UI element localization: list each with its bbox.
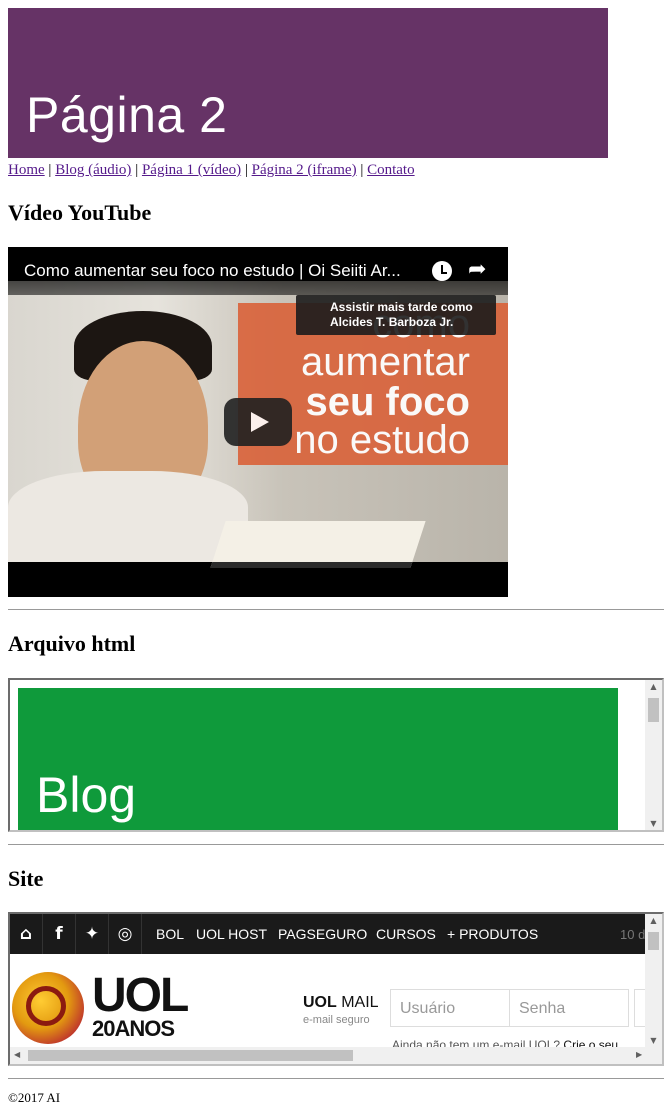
- facebook-icon[interactable]: f: [43, 914, 76, 954]
- twitter-icon[interactable]: ✦: [76, 914, 109, 954]
- topbar-link-pagseguro[interactable]: PAGSEGURO: [278, 926, 367, 942]
- scroll-down-icon[interactable]: ▼: [645, 1036, 662, 1045]
- uol-top-bar: ⌂ f ✦ ◎ BOL UOL HOST PAGSEGURO CURSOS + …: [10, 914, 662, 954]
- nav-link-contato[interactable]: Contato: [367, 162, 415, 178]
- nav-separator: |: [244, 162, 248, 178]
- thumbnail-person-shirt: [8, 471, 248, 562]
- topbar-link-bol[interactable]: BOL: [156, 926, 184, 942]
- uol-mail-label: UOL MAIL e-mail seguro: [303, 994, 379, 1026]
- thumbnail-book: [210, 521, 426, 568]
- clock-icon[interactable]: [432, 261, 452, 281]
- topbar-link-uol-host[interactable]: UOL HOST: [196, 926, 267, 942]
- scroll-up-icon[interactable]: ▲: [645, 682, 662, 691]
- video-section-heading: Vídeo YouTube: [8, 200, 152, 225]
- play-icon[interactable]: [224, 398, 292, 446]
- section-divider: [8, 844, 664, 845]
- uol-logo-wordmark[interactable]: UOL 20ANOS: [92, 969, 189, 1041]
- thumbnail-text-line: no estudo: [294, 418, 470, 462]
- section-divider: [8, 609, 664, 610]
- nav-separator: |: [135, 162, 139, 178]
- embedded-blog-title: Blog: [36, 767, 137, 823]
- nav-link-blog[interactable]: Blog (áudio): [55, 162, 131, 178]
- site-iframe[interactable]: ⌂ f ✦ ◎ BOL UOL HOST PAGSEGURO CURSOS + …: [8, 912, 664, 1066]
- html-section-heading: Arquivo html: [8, 631, 136, 656]
- html-iframe[interactable]: Blog ▲ ▼: [8, 678, 664, 832]
- embedded-blog-banner: Blog: [18, 688, 618, 830]
- scroll-left-icon[interactable]: ◀: [14, 1050, 20, 1059]
- uol-logo-sub: 20ANOS: [92, 1016, 175, 1041]
- nav-separator: |: [360, 162, 364, 178]
- uol-logo-icon[interactable]: [12, 972, 84, 1044]
- topbar-link-cursos[interactable]: CURSOS: [376, 926, 436, 942]
- topbar-link-produtos[interactable]: + PRODUTOS: [447, 926, 538, 942]
- scroll-right-icon[interactable]: ▶: [636, 1050, 642, 1059]
- nav-link-pagina-1[interactable]: Página 1 (vídeo): [142, 162, 241, 178]
- mail-label-bold: UOL: [303, 994, 337, 1011]
- password-field[interactable]: Senha: [509, 989, 629, 1027]
- uol-logo-main: UOL: [92, 969, 189, 1022]
- vertical-scrollbar[interactable]: ▲ ▼: [645, 914, 662, 1047]
- horizontal-scrollbar[interactable]: ◀ ▶: [10, 1047, 662, 1064]
- video-title-link[interactable]: Como aumentar seu foco no estudo | Oi Se…: [24, 261, 401, 281]
- thumbnail-text-line: aumentar: [301, 340, 470, 384]
- scrollbar-thumb[interactable]: [28, 1050, 353, 1061]
- instagram-icon[interactable]: ◎: [109, 914, 142, 954]
- share-icon[interactable]: ➦: [468, 257, 486, 282]
- scrollbar-thumb[interactable]: [648, 932, 659, 950]
- section-divider: [8, 1078, 664, 1079]
- page-banner: Página 2: [8, 8, 608, 158]
- home-icon[interactable]: ⌂: [10, 914, 43, 954]
- scroll-down-icon[interactable]: ▼: [645, 819, 662, 828]
- watch-later-tooltip: Assistir mais tarde como Alcides T. Barb…: [296, 295, 496, 335]
- thumbnail-text-line: seu foco: [305, 380, 470, 424]
- mail-sub-label: e-mail seguro: [303, 1014, 370, 1026]
- scroll-up-icon[interactable]: ▲: [645, 916, 662, 925]
- scrollbar-thumb[interactable]: [648, 698, 659, 722]
- site-section-heading: Site: [8, 866, 44, 891]
- nav-separator: |: [48, 162, 52, 178]
- username-field[interactable]: Usuário: [390, 989, 510, 1027]
- vertical-scrollbar[interactable]: ▲ ▼: [645, 680, 662, 830]
- youtube-video-embed[interactable]: como aumentar seu foco no estudo Como au…: [8, 247, 508, 597]
- mail-label-text: MAIL: [336, 994, 379, 1011]
- main-nav: Home | Blog (áudio) | Página 1 (vídeo) |…: [8, 162, 415, 179]
- nav-link-home[interactable]: Home: [8, 162, 45, 178]
- tooltip-line: Assistir mais tarde como: [330, 300, 473, 314]
- footer-copyright: ©2017 AI: [8, 1090, 61, 1105]
- page-title: Página 2: [26, 87, 228, 143]
- nav-link-pagina-2[interactable]: Página 2 (iframe): [252, 162, 357, 178]
- tooltip-line: Alcides T. Barboza Jr.: [330, 315, 454, 329]
